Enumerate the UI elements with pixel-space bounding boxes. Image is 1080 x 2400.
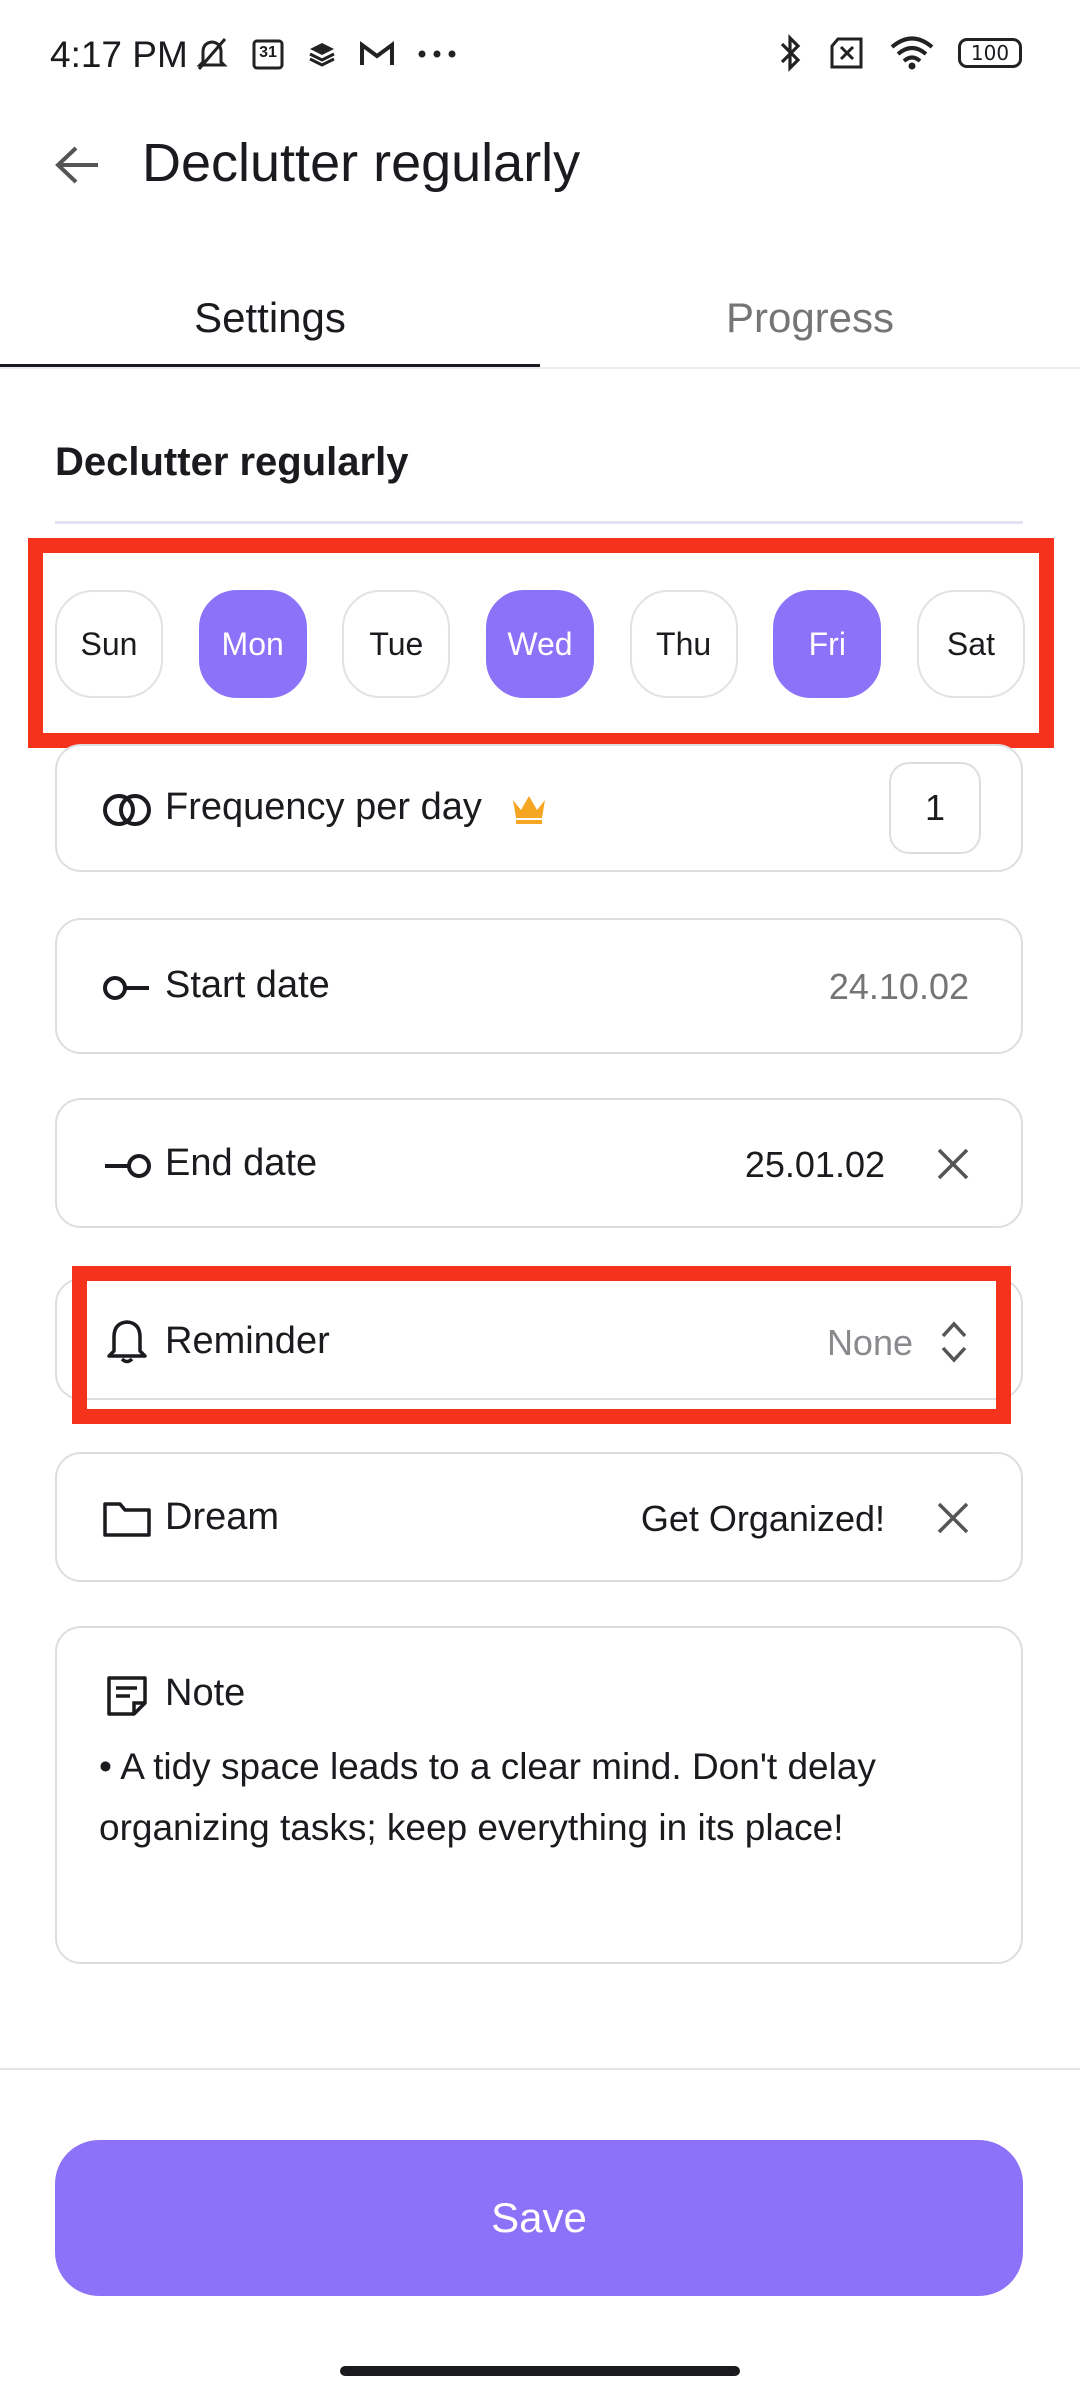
calendar-icon: 31 bbox=[251, 37, 285, 71]
dream-value: Get Organized! bbox=[640, 1498, 885, 1539]
reminder-highlight bbox=[72, 1266, 1011, 1424]
back-button[interactable] bbox=[48, 135, 108, 195]
circle-line-start-icon bbox=[101, 962, 153, 1014]
overlap-circles-icon bbox=[101, 784, 153, 836]
close-icon bbox=[937, 1502, 969, 1534]
end-date-value: 25.01.02 bbox=[744, 1144, 885, 1185]
end-date-label: End date bbox=[165, 1142, 318, 1184]
end-date-row[interactable]: End date 25.01.02 bbox=[55, 1098, 1023, 1228]
start-date-label: Start date bbox=[165, 964, 330, 1006]
home-indicator[interactable] bbox=[340, 2366, 740, 2376]
no-sim-icon bbox=[828, 36, 866, 70]
dream-clear-button[interactable] bbox=[929, 1494, 977, 1542]
note-label: Note bbox=[165, 1672, 246, 1714]
tab-progress[interactable]: Progress bbox=[540, 270, 1080, 366]
arrow-left-icon bbox=[54, 145, 102, 185]
status-bar: 4:17 PM 31 100 bbox=[0, 0, 1080, 110]
frequency-label: Frequency per day bbox=[165, 786, 482, 828]
crown-icon bbox=[509, 790, 549, 826]
layers-icon bbox=[307, 39, 337, 69]
tab-divider bbox=[0, 367, 1080, 369]
save-button[interactable]: Save bbox=[55, 2140, 1023, 2296]
day-selector-highlight bbox=[28, 538, 1054, 748]
bottom-divider bbox=[0, 2068, 1080, 2070]
start-date-value: 24.10.02 bbox=[828, 966, 969, 1007]
system-icons: 100 bbox=[778, 34, 1022, 72]
start-date-row[interactable]: Start date 24.10.02 bbox=[55, 918, 1023, 1054]
habit-name-underline bbox=[55, 521, 1023, 524]
status-time: 4:17 PM bbox=[50, 34, 188, 75]
gmail-icon bbox=[359, 40, 395, 68]
more-icon bbox=[417, 49, 457, 59]
close-icon bbox=[937, 1148, 969, 1180]
battery-indicator: 100 bbox=[958, 38, 1022, 68]
note-icon bbox=[101, 1670, 153, 1722]
folder-icon bbox=[101, 1492, 153, 1544]
dream-label: Dream bbox=[165, 1496, 280, 1538]
mute-bell-icon bbox=[195, 36, 229, 72]
dream-row[interactable]: Dream Get Organized! bbox=[55, 1452, 1023, 1582]
note-text[interactable]: • A tidy space leads to a clear mind. Do… bbox=[99, 1736, 979, 1858]
page-title: Declutter regularly bbox=[142, 133, 581, 193]
frequency-input[interactable]: 1 bbox=[889, 762, 981, 854]
note-card[interactable]: Note • A tidy space leads to a clear min… bbox=[55, 1626, 1023, 1964]
frequency-card: Frequency per day 1 bbox=[55, 744, 1023, 872]
notification-icons: 31 bbox=[195, 36, 457, 72]
wifi-icon bbox=[890, 36, 934, 70]
habit-name: Declutter regularly bbox=[55, 440, 409, 484]
end-date-clear-button[interactable] bbox=[929, 1140, 977, 1188]
tab-settings[interactable]: Settings bbox=[0, 270, 540, 366]
bluetooth-icon bbox=[778, 34, 804, 72]
circle-line-end-icon bbox=[101, 1140, 153, 1192]
tab-active-indicator bbox=[0, 364, 540, 367]
